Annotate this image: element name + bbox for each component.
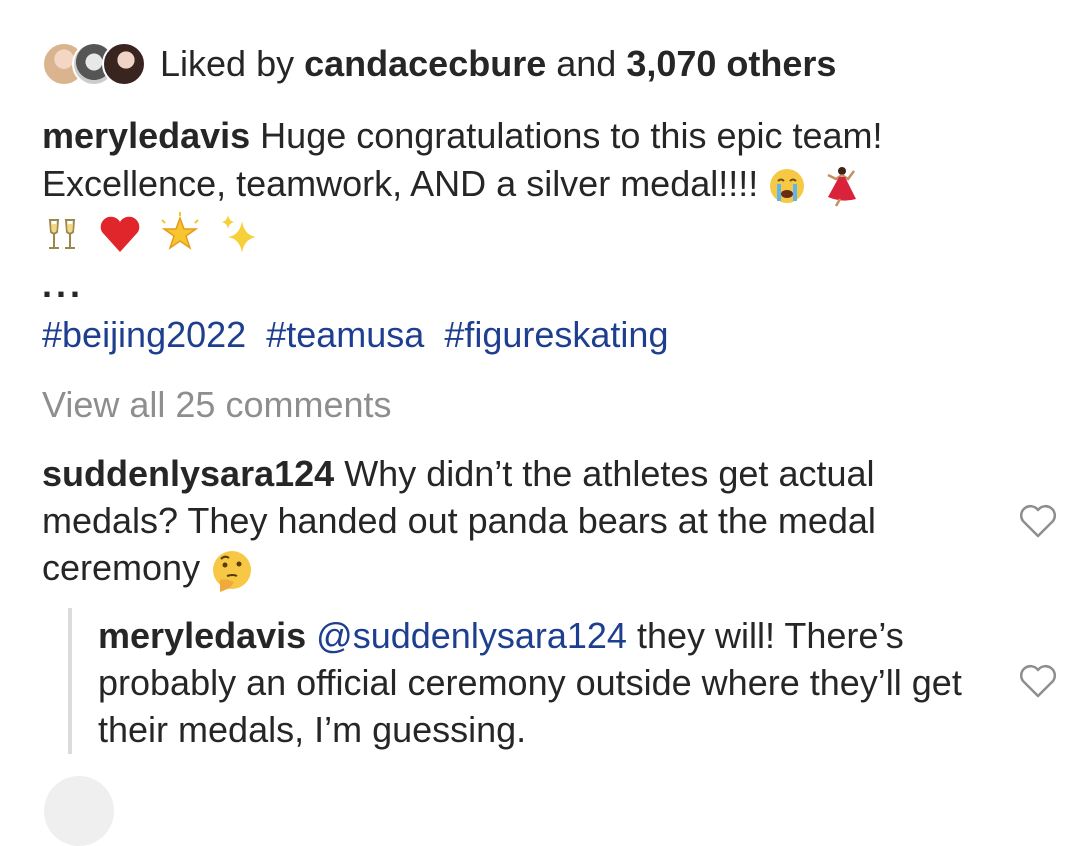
hashtags: #beijing2022 #teamusa #figureskating <box>42 312 678 358</box>
dancer-emoji <box>827 167 857 208</box>
champagne-glasses-emoji <box>48 219 76 250</box>
likes-row[interactable]: Liked by candacecbure and 3,070 others <box>42 38 836 90</box>
thinking-face-emoji <box>213 551 252 593</box>
sparkles-emoji <box>222 215 257 254</box>
likes-text: Liked by candacecbure and 3,070 others <box>160 38 836 90</box>
comment-username-link[interactable]: suddenlysara124 <box>42 453 334 494</box>
reply-thread-line <box>68 608 72 754</box>
likes-prefix: Liked by <box>160 43 295 84</box>
heart-outline-icon[interactable] <box>1018 503 1058 539</box>
hashtag-link[interactable]: #teamusa <box>266 314 424 355</box>
post-caption: meryledavis Huge congratulations to this… <box>42 112 1052 256</box>
avatar[interactable] <box>102 42 146 86</box>
likes-count-link[interactable]: 3,070 others <box>626 43 836 84</box>
comment: suddenlysara124 Why didn’t the athletes … <box>42 450 982 593</box>
caption-username-link[interactable]: meryledavis <box>42 115 250 156</box>
heart-outline-icon[interactable] <box>1018 663 1058 699</box>
hashtag-link[interactable]: #beijing2022 <box>42 314 246 355</box>
crying-face-emoji <box>770 169 805 204</box>
liker-username-link[interactable]: candacecbure <box>304 43 546 84</box>
caption-more-button[interactable]: ... <box>42 267 84 303</box>
avatar[interactable] <box>44 776 114 846</box>
mention-link[interactable]: @suddenlysara124 <box>316 615 627 656</box>
glowing-star-emoji <box>161 212 199 251</box>
red-heart-emoji <box>100 217 140 253</box>
view-all-comments-link[interactable]: View all 25 comments <box>42 382 392 428</box>
likes-and: and <box>556 43 617 84</box>
reply-comment: meryledavis @suddenlysara124 they will! … <box>98 612 988 753</box>
hashtag-link[interactable]: #figureskating <box>444 314 668 355</box>
liker-avatars[interactable] <box>42 42 146 86</box>
reply-username-link[interactable]: meryledavis <box>98 615 306 656</box>
